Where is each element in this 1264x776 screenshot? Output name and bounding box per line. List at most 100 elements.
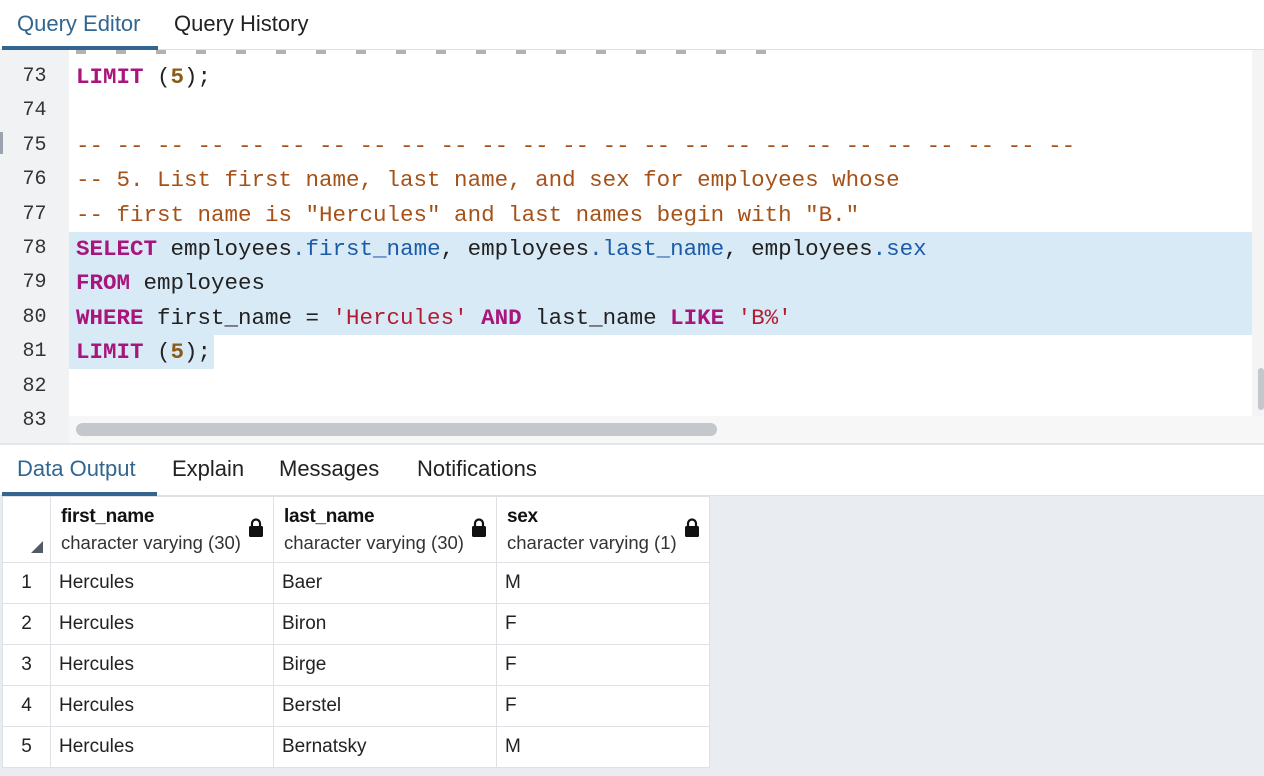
table-row[interactable]: 2 Hercules Biron F bbox=[2, 603, 710, 645]
code-text: FROM employees bbox=[76, 266, 265, 300]
code-token: last_name bbox=[521, 304, 671, 331]
line-number: 82 bbox=[22, 374, 47, 398]
column-header-last-name[interactable]: last_name character varying (30) bbox=[273, 496, 497, 563]
code-token: -- -- -- -- -- -- -- -- -- -- -- -- -- -… bbox=[76, 132, 1076, 159]
table-row[interactable]: 4 Hercules Berstel F bbox=[2, 685, 710, 727]
cell-last-name[interactable]: Berstel bbox=[273, 685, 497, 727]
cell-first-name[interactable]: Hercules bbox=[50, 562, 274, 604]
row-number[interactable]: 4 bbox=[2, 685, 51, 727]
row-number[interactable]: 2 bbox=[2, 603, 51, 645]
code-token: ( bbox=[143, 64, 171, 90]
line-number: 83 bbox=[22, 409, 47, 432]
column-type: character varying (30) bbox=[61, 532, 241, 553]
code-token: first_name = bbox=[143, 304, 333, 331]
code-token: SELECT bbox=[76, 236, 158, 262]
cell-sex[interactable]: M bbox=[496, 562, 710, 604]
tab-query-editor[interactable]: Query Editor bbox=[17, 0, 141, 49]
code-token: ); bbox=[184, 339, 212, 366]
code-token: LIMIT bbox=[76, 339, 144, 366]
code-token: 5 bbox=[170, 339, 185, 366]
clipped-line-fragment bbox=[76, 50, 796, 54]
column-type: character varying (1) bbox=[507, 532, 677, 553]
select-all-triangle-icon[interactable] bbox=[31, 541, 43, 553]
line-number: 78 bbox=[22, 237, 47, 260]
code-token: .last_name bbox=[589, 236, 725, 262]
code-text: -- first name is "Hercules" and last nam… bbox=[76, 198, 859, 232]
results-panel: first_name character varying (30) last_n… bbox=[0, 496, 1264, 776]
code-token: 'Hercules' bbox=[332, 304, 468, 331]
tab-data-output[interactable]: Data Output bbox=[17, 445, 136, 494]
line-number: 75 bbox=[22, 133, 47, 157]
line-number: 73 bbox=[22, 65, 47, 88]
editor-tab-bar: Query Editor Query History bbox=[0, 0, 1264, 50]
sql-editor[interactable]: 73 LIMIT (5); 74 75 -- -- -- -- -- -- -- -- … bbox=[0, 50, 1264, 443]
code-text: SELECT employees.first_name, employees.l… bbox=[76, 232, 927, 266]
column-name: first_name bbox=[61, 506, 155, 527]
cell-last-name[interactable]: Bernatsky bbox=[273, 726, 497, 768]
code-token: LIMIT bbox=[76, 64, 144, 90]
cell-last-name[interactable]: Biron bbox=[273, 603, 497, 645]
column-name: last_name bbox=[284, 506, 375, 527]
table-row[interactable]: 5 Hercules Bernatsky M bbox=[2, 726, 710, 768]
line-number: 81 bbox=[22, 340, 47, 364]
cell-last-name[interactable]: Birge bbox=[273, 644, 497, 686]
code-token: WHERE bbox=[76, 304, 144, 331]
cell-sex[interactable]: M bbox=[496, 726, 710, 768]
horizontal-scroll-thumb[interactable] bbox=[76, 423, 717, 436]
row-number[interactable]: 1 bbox=[2, 562, 51, 604]
cell-sex[interactable]: F bbox=[496, 644, 710, 686]
line-number: 74 bbox=[22, 99, 47, 123]
column-name: sex bbox=[507, 506, 538, 527]
cell-first-name[interactable]: Hercules bbox=[50, 685, 274, 727]
lock-icon bbox=[685, 518, 699, 537]
column-header-sex[interactable]: sex character varying (1) bbox=[496, 496, 710, 563]
line-number: 80 bbox=[22, 305, 47, 329]
grid-corner-cell[interactable] bbox=[2, 496, 51, 563]
line-number: 77 bbox=[22, 202, 47, 226]
code-token: .first_name bbox=[292, 236, 441, 262]
code-text: -- -- -- -- -- -- -- -- -- -- -- -- -- -… bbox=[76, 129, 1075, 163]
line-number: 76 bbox=[22, 168, 47, 192]
column-header-first-name[interactable]: first_name character varying (30) bbox=[50, 496, 274, 563]
code-text: LIMIT (5); bbox=[76, 60, 211, 94]
table-row[interactable]: 3 Hercules Birge F bbox=[2, 644, 710, 686]
code-token: employees bbox=[130, 270, 266, 297]
cell-first-name[interactable]: Hercules bbox=[50, 726, 274, 768]
code-token: -- first name is "Hercules" and last nam… bbox=[76, 201, 860, 228]
table-row[interactable]: 1 Hercules Baer M bbox=[2, 562, 710, 604]
tab-query-history[interactable]: Query History bbox=[174, 0, 308, 49]
cell-first-name[interactable]: Hercules bbox=[50, 603, 274, 645]
vertical-scroll-thumb[interactable] bbox=[1258, 368, 1264, 410]
code-text: WHERE first_name = 'Hercules' AND last_n… bbox=[76, 301, 792, 335]
column-type: character varying (30) bbox=[284, 532, 464, 553]
code-text: LIMIT (5); bbox=[76, 335, 211, 369]
results-grid: first_name character varying (30) last_n… bbox=[2, 496, 710, 768]
code-token: .sex bbox=[872, 236, 927, 262]
row-number[interactable]: 3 bbox=[2, 644, 51, 686]
code-token: 'B%' bbox=[737, 304, 792, 331]
code-token: ); bbox=[184, 64, 212, 90]
code-token: LIKE bbox=[670, 304, 725, 331]
code-token: AND bbox=[481, 304, 522, 331]
tab-explain[interactable]: Explain bbox=[172, 445, 244, 494]
line-number: 79 bbox=[22, 271, 47, 295]
code-token: 5 bbox=[170, 64, 185, 90]
cell-last-name[interactable]: Baer bbox=[273, 562, 497, 604]
row-number[interactable]: 5 bbox=[2, 726, 51, 768]
vertical-scrollbar[interactable] bbox=[1252, 50, 1264, 416]
grid-header-row: first_name character varying (30) last_n… bbox=[2, 496, 710, 563]
lock-icon bbox=[249, 518, 263, 537]
lock-icon bbox=[472, 518, 486, 537]
cell-first-name[interactable]: Hercules bbox=[50, 644, 274, 686]
cell-sex[interactable]: F bbox=[496, 603, 710, 645]
tab-notifications[interactable]: Notifications bbox=[417, 445, 537, 494]
code-token: FROM bbox=[76, 270, 131, 297]
output-tab-bar: Data Output Explain Messages Notificatio… bbox=[0, 445, 1264, 496]
code-token: ( bbox=[143, 339, 171, 366]
code-token: -- 5. List first name, last name, and se… bbox=[76, 167, 900, 194]
cell-sex[interactable]: F bbox=[496, 685, 710, 727]
code-token: , employees bbox=[440, 236, 590, 262]
tab-messages[interactable]: Messages bbox=[279, 445, 379, 494]
